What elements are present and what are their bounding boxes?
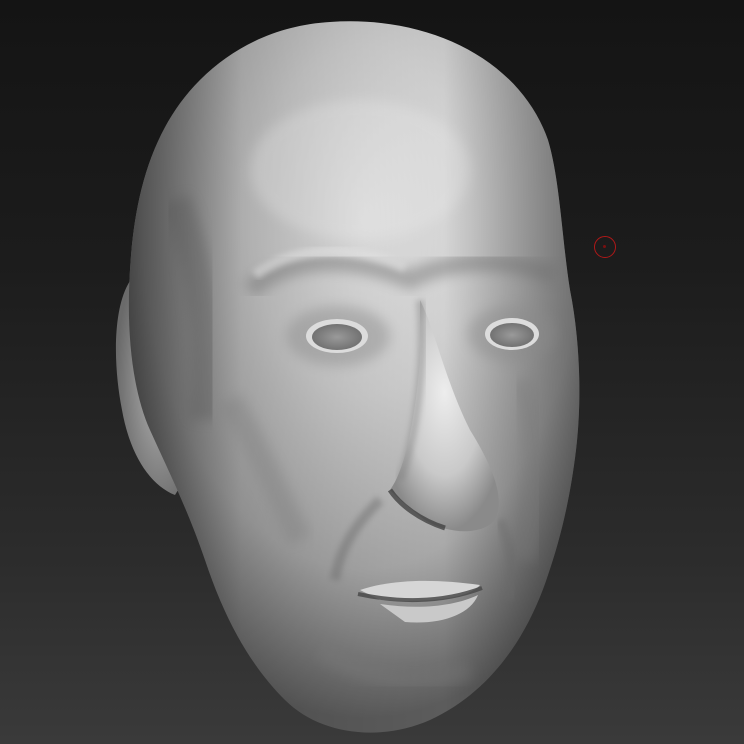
- sculpt-canvas[interactable]: [0, 0, 744, 744]
- sculpt-viewport[interactable]: [0, 0, 744, 744]
- brush-cursor-icon: [594, 236, 616, 258]
